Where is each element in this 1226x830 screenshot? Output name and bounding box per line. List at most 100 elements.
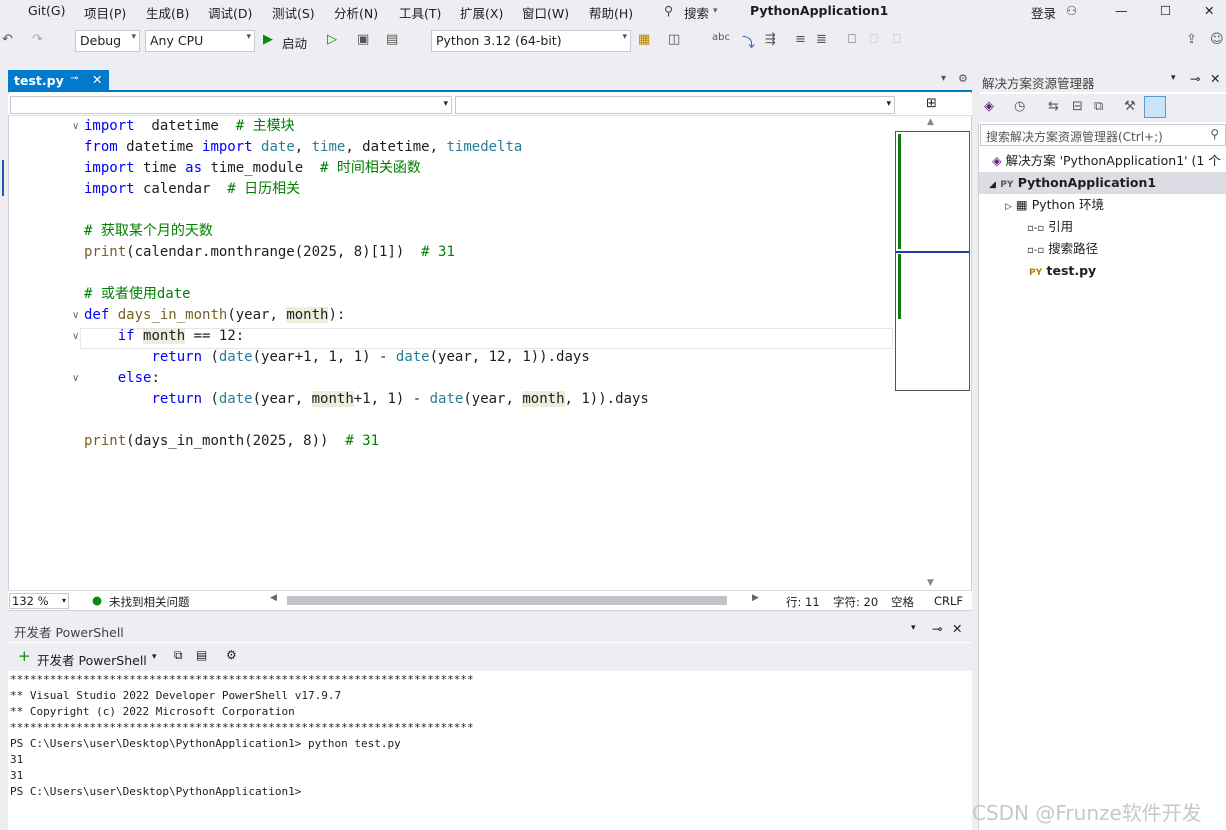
wrench-icon[interactable]: ⚒: [1124, 99, 1136, 114]
scroll-right-icon[interactable]: ▶: [752, 593, 759, 603]
spellcheck-icon[interactable]: abc: [712, 32, 730, 43]
split-icon[interactable]: ⊞: [926, 96, 937, 111]
fold-icon[interactable]: ∨: [72, 373, 79, 384]
menu-project[interactable]: 项目(P): [84, 3, 126, 22]
scope-dropdown[interactable]: ▾: [10, 96, 452, 114]
scroll-down-icon[interactable]: ▼: [927, 578, 934, 588]
search-icon[interactable]: ⚲: [664, 3, 673, 18]
comment-icon[interactable]: ≣: [816, 32, 827, 47]
menu-extensions[interactable]: 扩展(X): [460, 3, 503, 22]
code-line[interactable]: print(calendar.monthrange(2025, 8)[1]) #…: [84, 242, 455, 263]
minimize-button[interactable]: —: [1115, 3, 1128, 18]
fold-icon[interactable]: ∨: [72, 310, 79, 321]
start-without-debug-icon[interactable]: ▷: [327, 32, 337, 47]
menu-analyze[interactable]: 分析(N): [334, 3, 378, 22]
bookmark-prev-icon[interactable]: ⎕: [870, 32, 878, 47]
chevron-down-icon[interactable]: ▾: [911, 623, 916, 633]
close-panel-icon[interactable]: ✕: [1210, 71, 1220, 86]
tree-search-paths[interactable]: ▫-▫ 搜索路径: [1027, 238, 1098, 260]
chevron-down-icon[interactable]: ▾: [1171, 73, 1176, 83]
minimap[interactable]: [895, 131, 970, 391]
tab-list-icon[interactable]: ▾: [941, 73, 946, 84]
code-line[interactable]: else:: [84, 368, 160, 389]
paste-icon[interactable]: ▤: [196, 648, 207, 662]
line-indicator[interactable]: 行: 11: [786, 594, 820, 610]
menu-test[interactable]: 测试(S): [272, 3, 315, 22]
code-line[interactable]: # 或者使用date: [84, 284, 191, 305]
gear-icon[interactable]: ⚙: [226, 648, 237, 662]
account-icon[interactable]: ⚇: [1066, 3, 1077, 18]
close-window-button[interactable]: ✕: [1204, 3, 1214, 18]
tree-references[interactable]: ▫-▫ 引用: [1027, 216, 1073, 238]
pin-icon[interactable]: ⊸: [1190, 71, 1200, 86]
tree-python-env[interactable]: ▷ ▦ Python 环境: [1005, 194, 1104, 216]
redo-icon[interactable]: ↷: [32, 32, 43, 47]
menu-debug[interactable]: 调试(D): [208, 3, 252, 22]
add-icon[interactable]: +: [18, 647, 31, 665]
menu-window[interactable]: 窗口(W): [522, 3, 569, 22]
scroll-up-icon[interactable]: ▲: [927, 117, 934, 127]
preview-toggle[interactable]: [1144, 96, 1166, 118]
chevron-down-icon[interactable]: ▾: [152, 652, 157, 662]
member-dropdown[interactable]: ▾: [455, 96, 895, 114]
browse-icon[interactable]: ▣: [357, 32, 369, 47]
pin-icon[interactable]: ⊸: [932, 621, 942, 636]
zoom-dropdown[interactable]: 132 % ▾: [9, 593, 69, 609]
window-icon[interactable]: ◫: [668, 32, 680, 47]
vs-icon[interactable]: ◈: [984, 99, 994, 114]
bookmark-icon[interactable]: ⎕: [848, 32, 856, 47]
copy-icon[interactable]: ⧉: [174, 648, 183, 663]
feedback-icon[interactable]: ☺: [1210, 32, 1224, 47]
interpreter-dropdown[interactable]: Python 3.12 (64-bit) ▾: [431, 30, 631, 52]
settings-icon[interactable]: ⚙: [958, 72, 968, 85]
code-line[interactable]: def days_in_month(year, month):: [84, 305, 345, 326]
solution-search-input[interactable]: 搜索解决方案资源管理器(Ctrl+;) ⚲: [980, 124, 1226, 146]
code-line[interactable]: import calendar # 日历相关: [84, 179, 300, 200]
format-icon[interactable]: ⇶: [765, 32, 776, 47]
play-icon[interactable]: ▶: [263, 32, 273, 47]
code-line[interactable]: from datetime import date, time, datetim…: [84, 137, 522, 158]
config-dropdown[interactable]: Debug ▾: [75, 30, 140, 52]
step-icon[interactable]: ⤵: [742, 32, 755, 51]
sync-icon[interactable]: ⇆: [1048, 99, 1059, 114]
tree-solution-root[interactable]: ◈ 解决方案 'PythonApplication1' (1 个: [992, 150, 1221, 172]
package-icon[interactable]: ▦: [638, 32, 650, 47]
show-all-icon[interactable]: ⧉: [1094, 99, 1103, 114]
tree-file-test-py[interactable]: PY test.py: [1029, 260, 1096, 282]
fold-icon[interactable]: ∨: [72, 331, 79, 342]
share-icon[interactable]: ⇪: [1186, 32, 1197, 47]
column-indicator[interactable]: 字符: 20: [833, 594, 878, 610]
search-button[interactable]: 搜索: [684, 3, 709, 22]
menu-help[interactable]: 帮助(H): [589, 3, 633, 22]
code-line[interactable]: print(days_in_month(2025, 8)) # 31: [84, 431, 379, 452]
tab-test-py[interactable]: test.py ⊸ ✕: [8, 70, 109, 92]
close-tab-icon[interactable]: ✕: [92, 72, 102, 87]
code-line[interactable]: import time as time_module # 时间相关函数: [84, 158, 421, 179]
menu-git[interactable]: Git(G): [28, 3, 66, 18]
terminal-output[interactable]: ****************************************…: [10, 672, 970, 830]
eol-indicator[interactable]: CRLF: [934, 594, 963, 608]
layout-icon[interactable]: ▤: [386, 32, 398, 47]
scroll-left-icon[interactable]: ◀: [270, 593, 277, 603]
code-line[interactable]: # 获取某个月的天数: [84, 221, 213, 242]
menu-tools[interactable]: 工具(T): [399, 3, 441, 22]
start-button[interactable]: 启动: [282, 33, 307, 52]
tree-project[interactable]: ◢ PY PythonApplication1: [979, 172, 1226, 194]
code-line[interactable]: return (date(year+1, 1, 1) - date(year, …: [84, 347, 589, 368]
history-icon[interactable]: ◷: [1014, 99, 1025, 114]
indent-icon[interactable]: ≡: [795, 32, 806, 47]
issues-status[interactable]: 未找到相关问题: [109, 594, 190, 610]
close-panel-icon[interactable]: ✕: [952, 621, 962, 636]
signin-button[interactable]: 登录: [1031, 3, 1056, 22]
code-line[interactable]: return (date(year, month+1, 1) - date(ye…: [84, 389, 649, 410]
code-area[interactable]: import datetime # 主模块 from datetime impor…: [34, 116, 894, 590]
horizontal-scrollbar[interactable]: [287, 596, 727, 605]
undo-icon[interactable]: ↶: [2, 32, 13, 47]
bookmark-next-icon[interactable]: ⎕: [893, 32, 901, 47]
whitespace-indicator[interactable]: 空格: [891, 594, 914, 610]
new-terminal-button[interactable]: 开发者 PowerShell: [37, 650, 147, 669]
pin-icon[interactable]: ⊸: [70, 73, 78, 84]
collapse-icon[interactable]: ⊟: [1072, 99, 1083, 114]
platform-dropdown[interactable]: Any CPU ▾: [145, 30, 255, 52]
maximize-button[interactable]: ☐: [1160, 3, 1171, 18]
